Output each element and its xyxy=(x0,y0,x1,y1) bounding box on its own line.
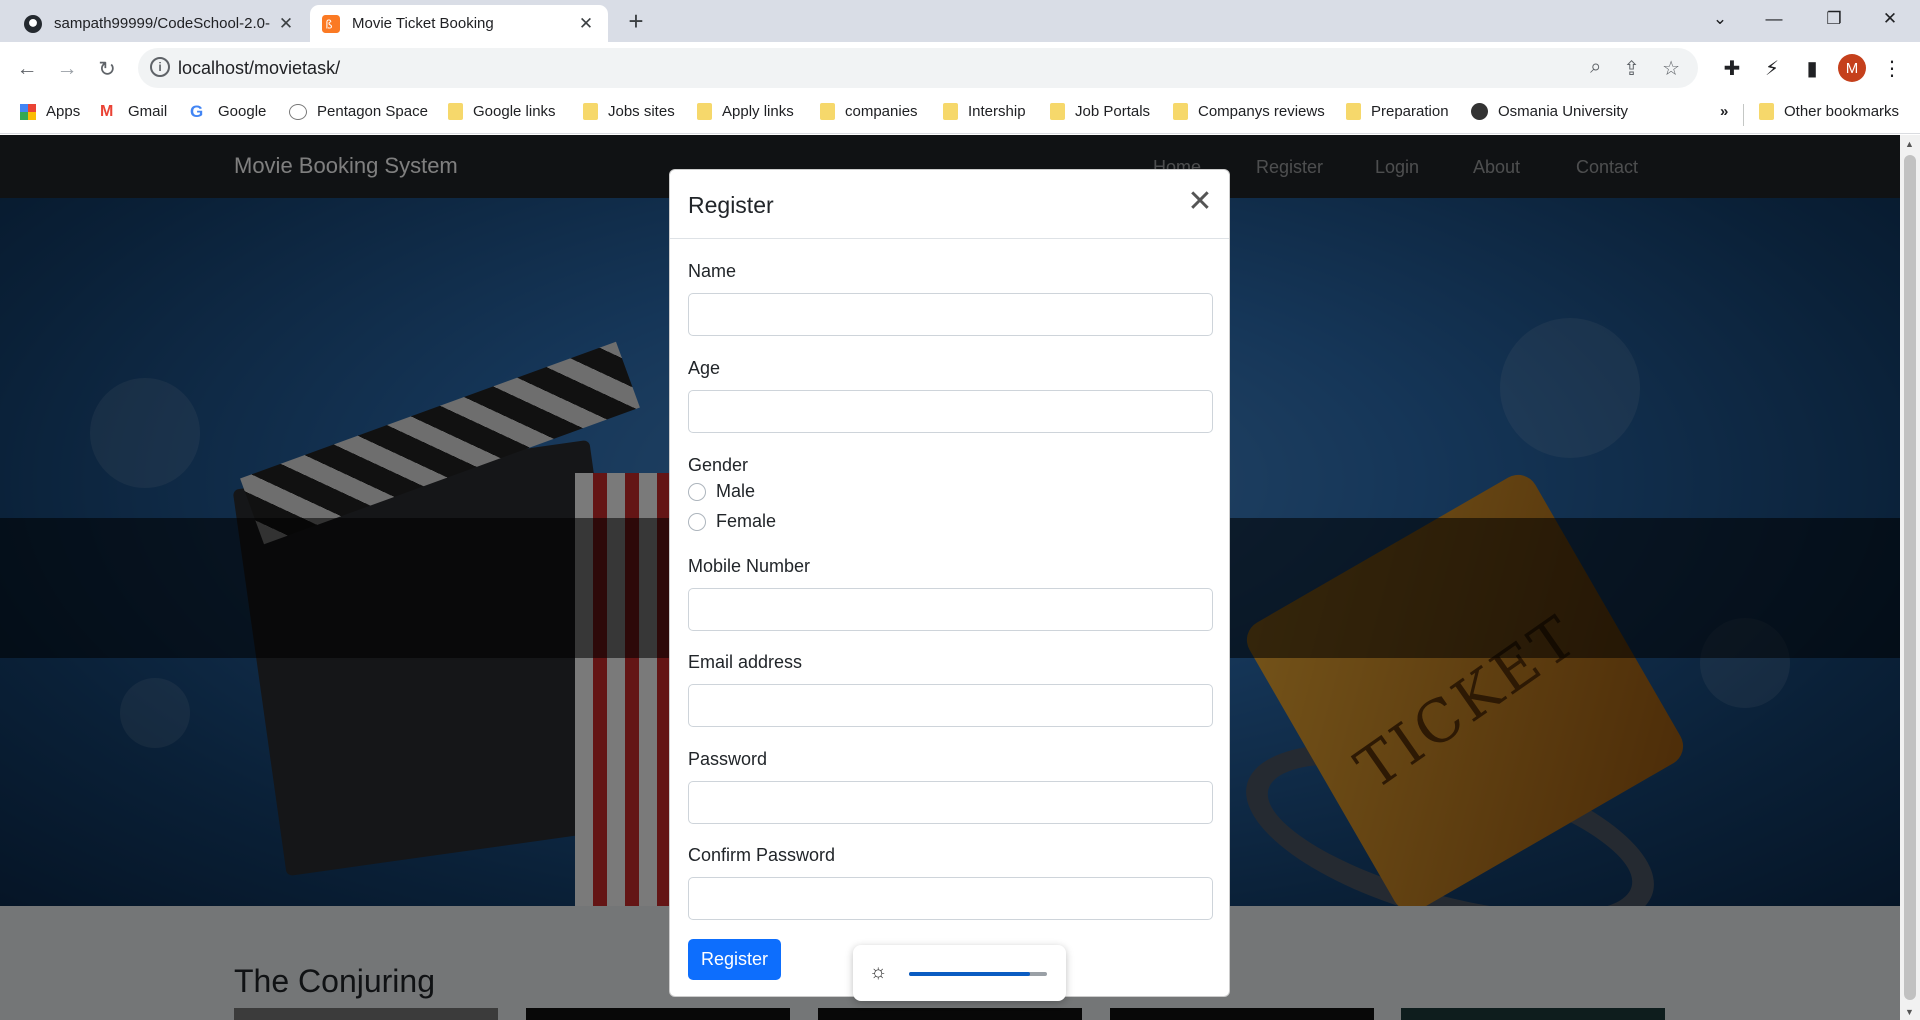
bookmark-gmail[interactable]: M Gmail xyxy=(100,103,167,120)
page-scrollbar[interactable]: ▲ ▼ xyxy=(1900,135,1920,1020)
bookmark-star-icon[interactable]: ☆ xyxy=(1662,56,1680,81)
register-submit-button[interactable]: Register xyxy=(688,939,781,980)
modal-header: Register ✕ xyxy=(670,170,1229,239)
brightness-sun-icon: ☼ xyxy=(869,961,888,983)
zoom-icon[interactable]: ⌕ xyxy=(1590,56,1601,81)
back-icon[interactable]: ← xyxy=(12,54,42,84)
extension-icon[interactable]: ⚡ xyxy=(1756,52,1788,84)
menu-kebab-icon[interactable]: ⋮ xyxy=(1876,52,1908,84)
bookmarks-divider xyxy=(1743,104,1744,126)
minimize-icon[interactable]: — xyxy=(1744,0,1804,38)
close-window-icon[interactable]: ✕ xyxy=(1860,0,1920,38)
pentagon-icon xyxy=(289,103,307,120)
bookmark-companys-reviews[interactable]: Companys reviews xyxy=(1173,103,1325,120)
brightness-slider-fill xyxy=(909,972,1031,976)
bookmark-jobs-sites[interactable]: Jobs sites xyxy=(583,103,675,120)
brightness-flyout: ☼ xyxy=(853,945,1066,1001)
bookmarks-overflow-icon[interactable]: » xyxy=(1720,103,1728,120)
address-bar[interactable]: i localhost/movietask/ ⌕ ⇪ ☆ xyxy=(138,48,1698,88)
confirm-password-input[interactable] xyxy=(688,877,1213,920)
restore-icon[interactable]: ❐ xyxy=(1804,0,1864,38)
share-icon[interactable]: ⇪ xyxy=(1623,56,1640,81)
browser-toolbar: ← → ↻ i localhost/movietask/ ⌕ ⇪ ☆ ✚ ⚡ ▮… xyxy=(0,42,1920,95)
extensions-icon[interactable]: ✚ xyxy=(1716,52,1748,84)
bookmarks-bar: Apps M Gmail G Google Pentagon Space Goo… xyxy=(0,95,1920,134)
gmail-icon: M xyxy=(100,102,114,120)
modal-title: Register xyxy=(688,192,774,218)
email-label: Email address xyxy=(688,652,803,672)
bookmark-companies[interactable]: companies xyxy=(820,103,918,120)
confirm-password-label: Confirm Password xyxy=(688,845,836,865)
browser-tab-bar: sampath99999/CodeSchool-2.0- ✕ ß Movie T… xyxy=(0,0,1920,42)
site-info-icon[interactable]: i xyxy=(150,57,170,77)
close-tab-icon[interactable]: ✕ xyxy=(576,14,596,34)
name-input[interactable] xyxy=(688,293,1213,336)
gender-label: Gender xyxy=(688,455,749,475)
folder-icon xyxy=(820,103,835,120)
register-modal: Register ✕ Name Age Gender Male Female M… xyxy=(669,169,1230,997)
mobile-label: Mobile Number xyxy=(688,556,811,576)
scrollbar-thumb[interactable] xyxy=(1904,155,1916,1000)
bookmark-osmania-university[interactable]: Osmania University xyxy=(1471,103,1628,120)
url-text[interactable]: localhost/movietask/ xyxy=(178,58,340,79)
folder-icon xyxy=(1346,103,1361,120)
gender-male-radio[interactable]: Male xyxy=(688,481,755,502)
bookmark-apply-links[interactable]: Apply links xyxy=(697,103,794,120)
github-icon xyxy=(24,14,42,33)
side-panel-icon[interactable]: ▮ xyxy=(1796,52,1828,84)
tab-title: sampath99999/CodeSchool-2.0- xyxy=(54,15,270,32)
reload-icon[interactable]: ↻ xyxy=(92,54,122,84)
mobile-input[interactable] xyxy=(688,588,1213,631)
profile-avatar[interactable]: M xyxy=(1836,52,1868,84)
bookmark-google-links[interactable]: Google links xyxy=(448,103,556,120)
forward-icon[interactable]: → xyxy=(52,54,82,84)
tab-title: Movie Ticket Booking xyxy=(352,15,494,32)
gender-female-radio[interactable]: Female xyxy=(688,511,776,532)
google-icon: G xyxy=(190,101,204,121)
radio-button[interactable] xyxy=(688,482,706,501)
scroll-up-icon[interactable]: ▲ xyxy=(1905,139,1914,149)
folder-icon xyxy=(448,103,463,120)
new-tab-icon[interactable]: + xyxy=(620,6,652,38)
name-label: Name xyxy=(688,261,737,281)
age-label: Age xyxy=(688,358,721,378)
tab-movie-ticket-booking[interactable]: ß Movie Ticket Booking ✕ xyxy=(310,5,608,42)
tab-search-chevron-icon[interactable]: ⌄ xyxy=(1690,0,1750,38)
folder-icon xyxy=(1050,103,1065,120)
tab-github[interactable]: sampath99999/CodeSchool-2.0- ✕ xyxy=(12,5,308,42)
folder-icon xyxy=(583,103,598,120)
bookmark-intership[interactable]: Intership xyxy=(943,103,1026,120)
age-input[interactable] xyxy=(688,390,1213,433)
folder-icon xyxy=(697,103,712,120)
globe-icon xyxy=(1471,103,1488,120)
scroll-down-icon[interactable]: ▼ xyxy=(1905,1007,1914,1017)
bookmark-google[interactable]: G Google xyxy=(190,101,266,121)
apps-grid-icon xyxy=(20,103,36,120)
svg-text:ß: ß xyxy=(325,18,332,31)
radio-button[interactable] xyxy=(688,512,706,531)
password-label: Password xyxy=(688,749,768,769)
bookmark-job-portals[interactable]: Job Portals xyxy=(1050,103,1150,120)
bookmark-preparation[interactable]: Preparation xyxy=(1346,103,1449,120)
folder-icon xyxy=(943,103,958,120)
xampp-icon: ß xyxy=(322,14,340,33)
close-icon[interactable]: ✕ xyxy=(1185,187,1215,218)
close-tab-icon[interactable]: ✕ xyxy=(276,14,296,34)
bookmark-other-bookmarks[interactable]: Other bookmarks xyxy=(1759,103,1899,120)
folder-icon xyxy=(1759,103,1774,120)
password-input[interactable] xyxy=(688,781,1213,824)
bookmark-pentagon-space[interactable]: Pentagon Space xyxy=(289,103,428,120)
folder-icon xyxy=(1173,103,1188,120)
brightness-slider[interactable] xyxy=(909,972,1047,976)
bookmark-apps[interactable]: Apps xyxy=(20,103,80,120)
email-input[interactable] xyxy=(688,684,1213,727)
